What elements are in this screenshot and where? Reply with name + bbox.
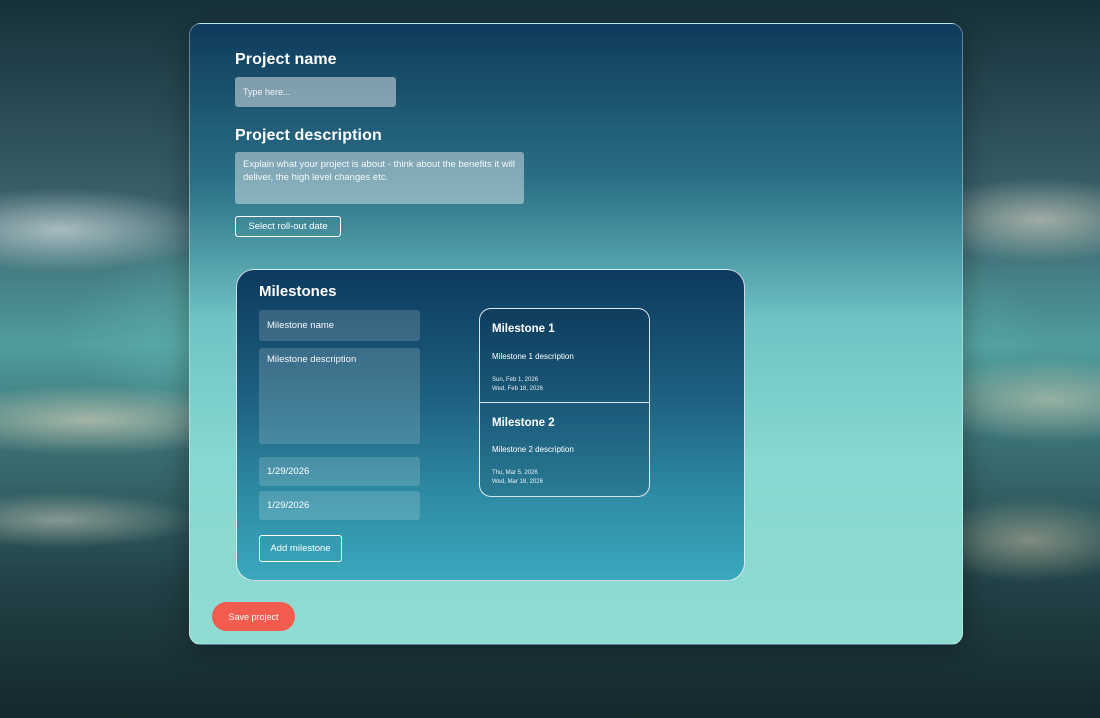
milestone-card-title: Milestone 1 <box>492 323 555 335</box>
milestone-card-description: Milestone 2 description <box>492 445 574 454</box>
select-rollout-date-button[interactable]: Select roll-out date <box>235 216 341 237</box>
milestone-card-start-date: Thu, Mar 5, 2026 <box>492 470 538 476</box>
project-description-label: Project description <box>235 127 382 144</box>
milestone-list: Milestone 1 Milestone 1 description Sun,… <box>479 308 650 497</box>
milestone-card-1[interactable]: Milestone 1 Milestone 1 description Sun,… <box>480 309 649 403</box>
project-name-label: Project name <box>235 51 337 68</box>
milestone-description-input[interactable] <box>259 348 420 444</box>
milestone-start-date-input[interactable] <box>259 457 420 486</box>
project-description-input[interactable] <box>235 152 524 204</box>
milestones-title: Milestones <box>259 283 337 300</box>
milestone-card-2[interactable]: Milestone 2 Milestone 2 description Thu,… <box>480 403 649 496</box>
milestone-card-description: Milestone 1 description <box>492 352 574 361</box>
milestone-card-end-date: Wed, Feb 18, 2026 <box>492 386 543 392</box>
project-form-card: Project name Project description Select … <box>189 23 963 645</box>
milestone-card-start-date: Sun, Feb 1, 2026 <box>492 377 539 383</box>
milestone-card-end-date: Wed, Mar 18, 2026 <box>492 479 543 485</box>
save-project-button[interactable]: Save project <box>212 602 295 631</box>
milestone-card-title: Milestone 2 <box>492 417 555 429</box>
project-name-input[interactable] <box>235 77 396 107</box>
milestone-end-date-input[interactable] <box>259 491 420 520</box>
milestones-panel: Milestones Add milestone Milestone 1 Mil… <box>236 269 745 581</box>
milestone-name-input[interactable] <box>259 310 420 341</box>
add-milestone-button[interactable]: Add milestone <box>259 535 342 562</box>
